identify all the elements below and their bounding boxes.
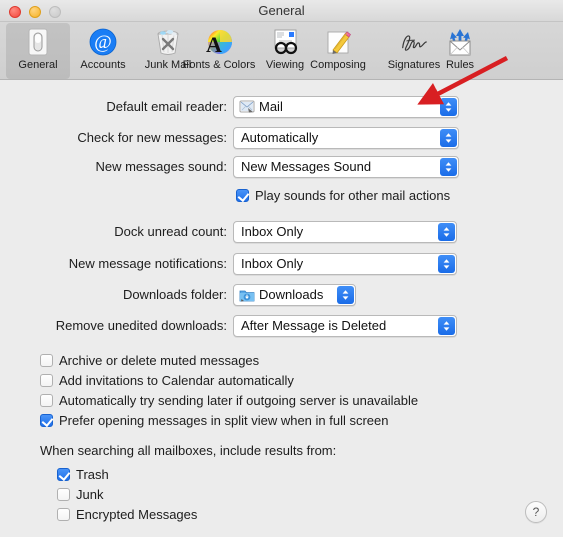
- switch-icon: [22, 26, 54, 58]
- search-include-trash-checkbox[interactable]: [57, 468, 70, 481]
- option-archive-muted-label: Archive or delete muted messages: [59, 353, 260, 368]
- downloads-folder-label: Downloads folder:: [122, 287, 227, 302]
- tab-fonts-colors-label: Fonts & Colors: [182, 59, 256, 71]
- mail-preferences-window: General General @ Accounts Junk Mail A F…: [0, 0, 563, 537]
- new-messages-sound-value: New Messages Sound: [241, 159, 372, 174]
- search-include-encrypted-checkbox[interactable]: [57, 508, 70, 521]
- eyeglasses-icon: [269, 26, 301, 58]
- tab-composing-label: Composing: [310, 59, 366, 71]
- remove-unedited-downloads-label-box: Remove unedited downloads:: [0, 315, 227, 337]
- at-sign-icon: @: [87, 26, 119, 58]
- new-message-notifications-stepper[interactable]: [438, 255, 455, 273]
- row-remove-unedited-downloads: Remove unedited downloads: After Message…: [0, 315, 563, 337]
- new-messages-sound-stepper[interactable]: [440, 158, 457, 176]
- downloads-folder-select[interactable]: Downloads: [233, 284, 356, 306]
- new-message-notifications-label-box: New message notifications:: [0, 253, 227, 275]
- check-for-new-messages-value: Automatically: [241, 130, 319, 145]
- pencil-paper-icon: [322, 26, 354, 58]
- preferences-toolbar: General @ Accounts Junk Mail A Fonts & C…: [0, 22, 563, 80]
- tab-rules[interactable]: Rules: [435, 23, 485, 79]
- new-messages-sound-label-box: New messages sound:: [0, 156, 227, 178]
- help-button-label: ?: [532, 505, 540, 519]
- option-split-view-checkbox[interactable]: [40, 414, 53, 427]
- search-include-encrypted-label: Encrypted Messages: [76, 507, 198, 522]
- tab-general[interactable]: General: [6, 23, 70, 79]
- play-sounds-checkbox[interactable]: [236, 189, 249, 202]
- option-split-view-row[interactable]: Prefer opening messages in split view wh…: [40, 411, 389, 430]
- search-include-trash-row[interactable]: Trash: [57, 465, 109, 484]
- dock-unread-count-value: Inbox Only: [241, 224, 304, 239]
- option-add-invitations-label: Add invitations to Calendar automaticall…: [59, 373, 294, 388]
- default-email-reader-label-box: Default email reader:: [0, 96, 227, 118]
- search-include-junk-label: Junk: [76, 487, 104, 502]
- check-for-new-messages-select[interactable]: Automatically: [233, 127, 459, 149]
- downloads-folder-stepper[interactable]: [337, 286, 354, 304]
- dock-unread-count-select[interactable]: Inbox Only: [233, 221, 457, 243]
- option-add-invitations-checkbox[interactable]: [40, 374, 53, 387]
- dock-unread-count-stepper[interactable]: [438, 223, 455, 241]
- search-include-junk-row[interactable]: Junk: [57, 485, 103, 504]
- play-sounds-label: Play sounds for other mail actions: [255, 188, 451, 203]
- option-retry-sending-checkbox[interactable]: [40, 394, 53, 407]
- new-messages-sound-select[interactable]: New Messages Sound: [233, 156, 459, 178]
- check-for-new-messages-stepper[interactable]: [440, 129, 457, 147]
- color-wheel-icon: A: [203, 26, 235, 58]
- tab-composing[interactable]: Composing: [300, 23, 376, 79]
- option-retry-sending-label: Automatically try sending later if outgo…: [59, 393, 419, 408]
- new-messages-sound-label: New messages sound:: [95, 159, 227, 174]
- row-dock-unread-count: Dock unread count: Inbox Only: [0, 221, 563, 243]
- downloads-folder-value: Downloads: [259, 287, 324, 302]
- envelope-arrows-icon: [444, 26, 476, 58]
- default-email-reader-select[interactable]: Mail: [233, 96, 459, 118]
- row-new-messages-sound: New messages sound: New Messages Sound: [0, 156, 563, 178]
- option-archive-muted-row[interactable]: Archive or delete muted messages: [40, 351, 259, 370]
- tab-accounts[interactable]: @ Accounts: [72, 23, 134, 79]
- help-button[interactable]: ?: [525, 501, 547, 523]
- new-message-notifications-select[interactable]: Inbox Only: [233, 253, 457, 275]
- check-for-new-messages-label: Check for new messages:: [77, 130, 227, 145]
- remove-unedited-downloads-stepper[interactable]: [438, 317, 455, 335]
- dock-unread-count-label-box: Dock unread count:: [0, 221, 227, 243]
- option-add-invitations-row[interactable]: Add invitations to Calendar automaticall…: [40, 371, 294, 390]
- search-include-junk-checkbox[interactable]: [57, 488, 70, 501]
- tab-accounts-label: Accounts: [80, 59, 126, 71]
- new-message-notifications-value: Inbox Only: [241, 256, 304, 271]
- new-message-notifications-label: New message notifications:: [68, 256, 227, 271]
- row-default-email-reader: Default email reader: Mail: [0, 96, 563, 118]
- option-retry-sending-row[interactable]: Automatically try sending later if outgo…: [40, 391, 418, 410]
- play-sounds-checkbox-row[interactable]: Play sounds for other mail actions: [236, 186, 450, 205]
- search-include-trash-label: Trash: [76, 467, 109, 482]
- default-email-reader-value: Mail: [259, 99, 283, 114]
- check-for-new-messages-label-box: Check for new messages:: [0, 127, 227, 149]
- signature-icon: [398, 26, 430, 58]
- row-new-message-notifications: New message notifications: Inbox Only: [0, 253, 563, 275]
- svg-text:A: A: [206, 32, 222, 57]
- option-archive-muted-checkbox[interactable]: [40, 354, 53, 367]
- search-section-heading: When searching all mailboxes, include re…: [40, 443, 337, 458]
- tab-rules-label: Rules: [445, 59, 475, 71]
- tab-viewing-label: Viewing: [265, 59, 305, 71]
- dock-unread-count-label: Dock unread count:: [114, 224, 227, 239]
- remove-unedited-downloads-select[interactable]: After Message is Deleted: [233, 315, 457, 337]
- row-downloads-folder: Downloads folder: Downloads: [0, 284, 563, 306]
- window-titlebar: General: [0, 0, 563, 22]
- page-title: General: [258, 3, 305, 18]
- mail-app-icon: [239, 99, 255, 115]
- downloads-folder-label-box: Downloads folder:: [0, 284, 227, 306]
- option-split-view-label: Prefer opening messages in split view wh…: [59, 413, 389, 428]
- tab-fonts-colors[interactable]: A Fonts & Colors: [172, 23, 266, 79]
- downloads-folder-icon: [239, 287, 255, 303]
- svg-text:@: @: [94, 32, 112, 53]
- general-preferences-pane: Default email reader: Mail Check for new…: [0, 80, 563, 537]
- default-email-reader-stepper[interactable]: [440, 98, 457, 116]
- remove-unedited-downloads-label: Remove unedited downloads:: [55, 318, 227, 333]
- search-include-encrypted-row[interactable]: Encrypted Messages: [57, 505, 197, 524]
- remove-unedited-downloads-value: After Message is Deleted: [241, 318, 387, 333]
- tab-signatures-label: Signatures: [387, 59, 441, 71]
- default-email-reader-label: Default email reader:: [106, 99, 227, 114]
- row-check-for-new-messages: Check for new messages: Automatically: [0, 127, 563, 149]
- tab-general-label: General: [18, 59, 58, 71]
